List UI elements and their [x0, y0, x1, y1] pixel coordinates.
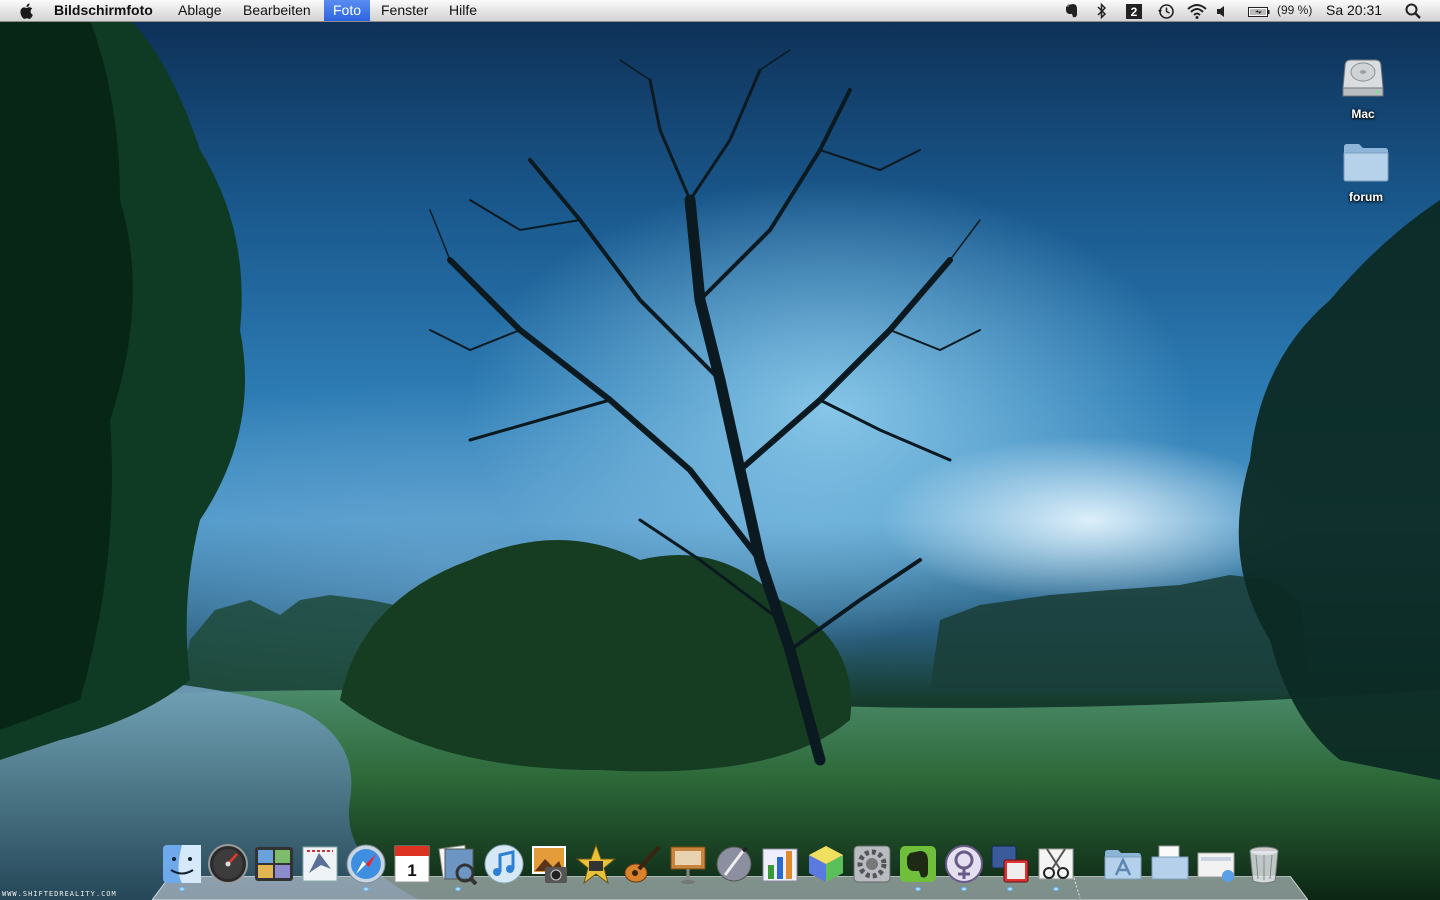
script-editor-icon[interactable] — [713, 843, 755, 885]
menu-bar: Bildschirmfoto Ablage Bearbeiten Foto Fe… — [0, 0, 1440, 22]
menu-ablage[interactable]: Ablage — [169, 0, 231, 21]
dock-running-indicator — [1053, 887, 1059, 891]
evernote-icon[interactable] — [897, 843, 939, 885]
dock-running-indicator — [455, 887, 461, 891]
spaces-icon[interactable] — [253, 843, 295, 885]
wallpaper-watermark: WWW.SHIFTEDREALITY.COM — [2, 890, 117, 898]
ical-icon[interactable]: 1 — [391, 843, 433, 885]
evernote-status-icon[interactable] — [1064, 2, 1080, 20]
svg-text:2: 2 — [1131, 5, 1138, 19]
app-menu[interactable]: Bildschirmfoto — [45, 0, 162, 21]
volume-icon[interactable] — [1216, 2, 1228, 20]
downloads-stack-icon[interactable] — [1195, 843, 1237, 885]
spaces-icon[interactable]: 2 — [1125, 2, 1143, 20]
dock-running-indicator — [179, 887, 185, 891]
safari-icon[interactable] — [345, 843, 387, 885]
keynote-icon[interactable] — [667, 843, 709, 885]
desktop-icon-forum[interactable]: forum — [1321, 141, 1411, 204]
adium-icon[interactable] — [943, 843, 985, 885]
time-machine-icon[interactable] — [1157, 2, 1175, 20]
spotlight-icon[interactable] — [1404, 2, 1422, 20]
menu-foto[interactable]: Foto — [324, 0, 371, 21]
menu-hilfe[interactable]: Hilfe — [440, 0, 486, 21]
wifi-icon[interactable] — [1186, 2, 1208, 20]
desktop-icon-mac[interactable]: Mac — [1318, 52, 1408, 121]
desktop-icon-label: forum — [1349, 190, 1383, 204]
dock-running-indicator — [915, 887, 921, 891]
vmware-fusion-icon[interactable] — [989, 843, 1031, 885]
colorsync-icon[interactable] — [805, 843, 847, 885]
dock-running-indicator — [961, 887, 967, 891]
system-preferences-icon[interactable] — [851, 843, 893, 885]
preview-icon[interactable] — [437, 843, 479, 885]
battery-percent: (99 %) — [1277, 3, 1313, 17]
battery-icon[interactable] — [1247, 2, 1271, 20]
itunes-icon[interactable] — [483, 843, 525, 885]
menu-fenster[interactable]: Fenster — [372, 0, 437, 21]
iphoto-icon[interactable] — [529, 843, 571, 885]
desktop-icon-label: Mac — [1351, 107, 1375, 121]
desktop-wallpaper — [0, 0, 1440, 900]
dashboard-icon[interactable] — [207, 843, 249, 885]
documents-stack-icon[interactable] — [1149, 843, 1191, 885]
menu-clock[interactable]: Sa 20:31 — [1326, 0, 1382, 21]
trash-icon[interactable] — [1243, 843, 1285, 885]
wallpaper-landscape — [0, 20, 1440, 900]
garageband-icon[interactable] — [621, 843, 663, 885]
finder-icon[interactable] — [161, 843, 203, 885]
hard-drive-icon — [1342, 59, 1384, 97]
mail-icon[interactable] — [299, 843, 341, 885]
apple-menu-icon[interactable] — [18, 3, 36, 19]
numbers-icon[interactable] — [759, 843, 801, 885]
bluetooth-icon[interactable] — [1096, 2, 1108, 20]
grab-icon[interactable] — [1035, 843, 1077, 885]
dock-running-indicator — [1007, 887, 1013, 891]
applications-stack-icon[interactable] — [1102, 843, 1144, 885]
menu-bearbeiten[interactable]: Bearbeiten — [234, 0, 320, 21]
imovie-icon[interactable] — [575, 843, 617, 885]
dock-running-indicator — [363, 887, 369, 891]
svg-text:1: 1 — [407, 861, 416, 880]
folder-icon — [1343, 144, 1389, 182]
